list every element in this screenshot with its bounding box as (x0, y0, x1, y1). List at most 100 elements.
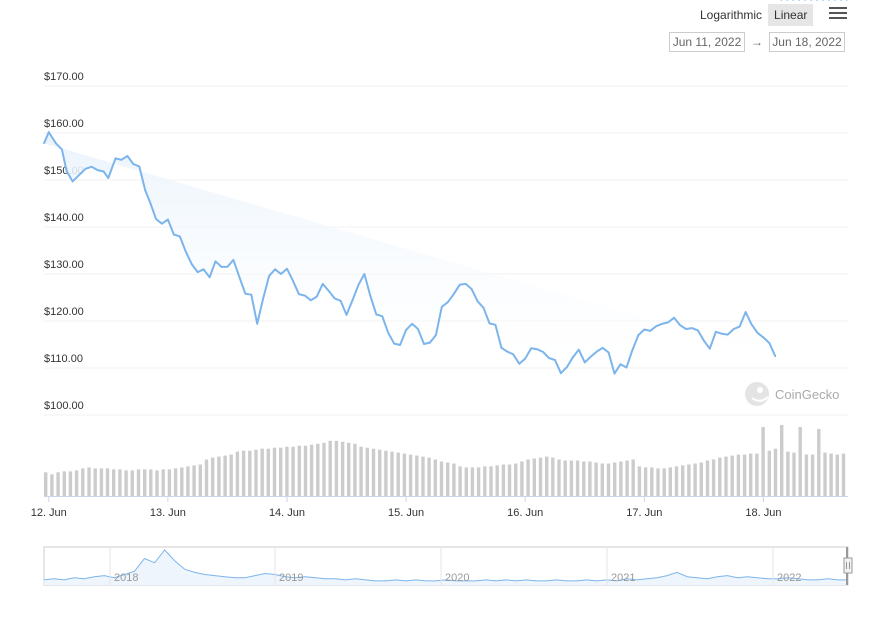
volume-bar (217, 456, 221, 496)
volume-bar (668, 467, 672, 496)
volume-bar (161, 469, 165, 496)
price-point (792, 0, 794, 1)
price-point (750, 323, 753, 326)
volume-bar (687, 464, 691, 496)
navigator[interactable]: 2018 2019 2020 2021 2022 (43, 546, 853, 586)
volume-bar (606, 463, 611, 496)
price-point (643, 328, 646, 331)
y-tick-label: $110.00 (44, 353, 83, 365)
price-point (405, 329, 407, 331)
volume-bar (192, 465, 196, 496)
price-point (333, 297, 336, 300)
volume-bar (773, 448, 778, 496)
price-point (107, 177, 110, 179)
volume-bar (835, 454, 839, 496)
volume-bar (742, 454, 747, 496)
price-point (816, 0, 818, 1)
volume-bar (328, 440, 332, 496)
volume-bar (427, 457, 431, 496)
price-point (476, 300, 479, 303)
volume-bar (780, 425, 784, 496)
volume-series (44, 425, 846, 496)
price-point (822, 0, 824, 1)
volume-bar (347, 442, 351, 496)
x-tick-label: 12. Jun (31, 507, 67, 519)
price-point (506, 350, 509, 353)
price-point (304, 294, 306, 297)
price-point (84, 167, 87, 170)
price-point (226, 266, 229, 268)
price-point (250, 293, 253, 296)
price-point (138, 165, 141, 168)
price-point (524, 357, 526, 360)
volume-bar (637, 466, 642, 496)
y-axis-labels: $100.00$110.00$120.00$130.00$140.00$150.… (44, 71, 84, 412)
volume-bar (297, 445, 301, 496)
volume-bar (786, 451, 790, 496)
price-point (726, 333, 729, 336)
price-chart[interactable]: $100.00$110.00$120.00$130.00$140.00$150.… (0, 0, 881, 619)
price-point (691, 327, 693, 329)
price-point (220, 266, 223, 268)
volume-bar (365, 447, 369, 496)
price-point (298, 293, 300, 296)
volume-bar (730, 455, 734, 496)
price-point (804, 0, 806, 1)
price-point (179, 235, 181, 238)
volume-bar (359, 446, 363, 496)
volume-bar (334, 440, 339, 496)
volume-bar (619, 461, 623, 496)
volume-bar (87, 467, 91, 496)
price-point (167, 218, 169, 221)
volume-bar (693, 463, 697, 496)
price-point (536, 348, 538, 351)
volume-bar (458, 466, 462, 496)
price-point (120, 159, 123, 161)
price-point (572, 356, 574, 359)
volume-bar (353, 443, 357, 496)
price-point (607, 351, 610, 354)
volume-bar (211, 457, 215, 496)
price-point (601, 347, 604, 349)
price-point (161, 222, 163, 225)
price-point (155, 218, 157, 220)
volume-bar (402, 453, 407, 496)
navigator-year-label: 2021 (611, 572, 635, 584)
price-point (345, 314, 348, 316)
volume-bar (452, 463, 456, 496)
volume-bar (810, 454, 815, 496)
navigator-year-label: 2020 (445, 572, 469, 584)
navigator-year-label: 2019 (279, 572, 303, 584)
volume-bar (303, 445, 308, 496)
volume-bar (56, 472, 60, 496)
y-tick-label: $130.00 (44, 259, 84, 271)
price-point (375, 313, 378, 316)
price-point (834, 0, 836, 1)
price-point (619, 363, 622, 366)
volume-bar (396, 452, 400, 496)
volume-bar (563, 460, 567, 496)
navigator-handle[interactable] (843, 557, 853, 574)
volume-bar (841, 453, 846, 496)
price-point (655, 325, 657, 328)
price-area (44, 132, 776, 374)
volume-bar (798, 427, 802, 496)
price-point (578, 348, 580, 351)
volume-bar (551, 457, 555, 496)
volume-bar (594, 462, 598, 496)
price-point (202, 268, 205, 271)
price-point (661, 323, 663, 325)
price-point (482, 307, 485, 309)
volume-bar (650, 467, 654, 496)
price-point (613, 372, 616, 375)
volume-bar (415, 455, 419, 496)
volume-bar (235, 451, 240, 496)
price-point (393, 342, 396, 345)
volume-bar (81, 468, 85, 496)
price-point (310, 299, 312, 302)
volume-bar (316, 443, 320, 496)
price-point (316, 295, 318, 298)
volume-bar (173, 468, 178, 496)
price-point (840, 0, 842, 1)
price-point (441, 306, 443, 308)
